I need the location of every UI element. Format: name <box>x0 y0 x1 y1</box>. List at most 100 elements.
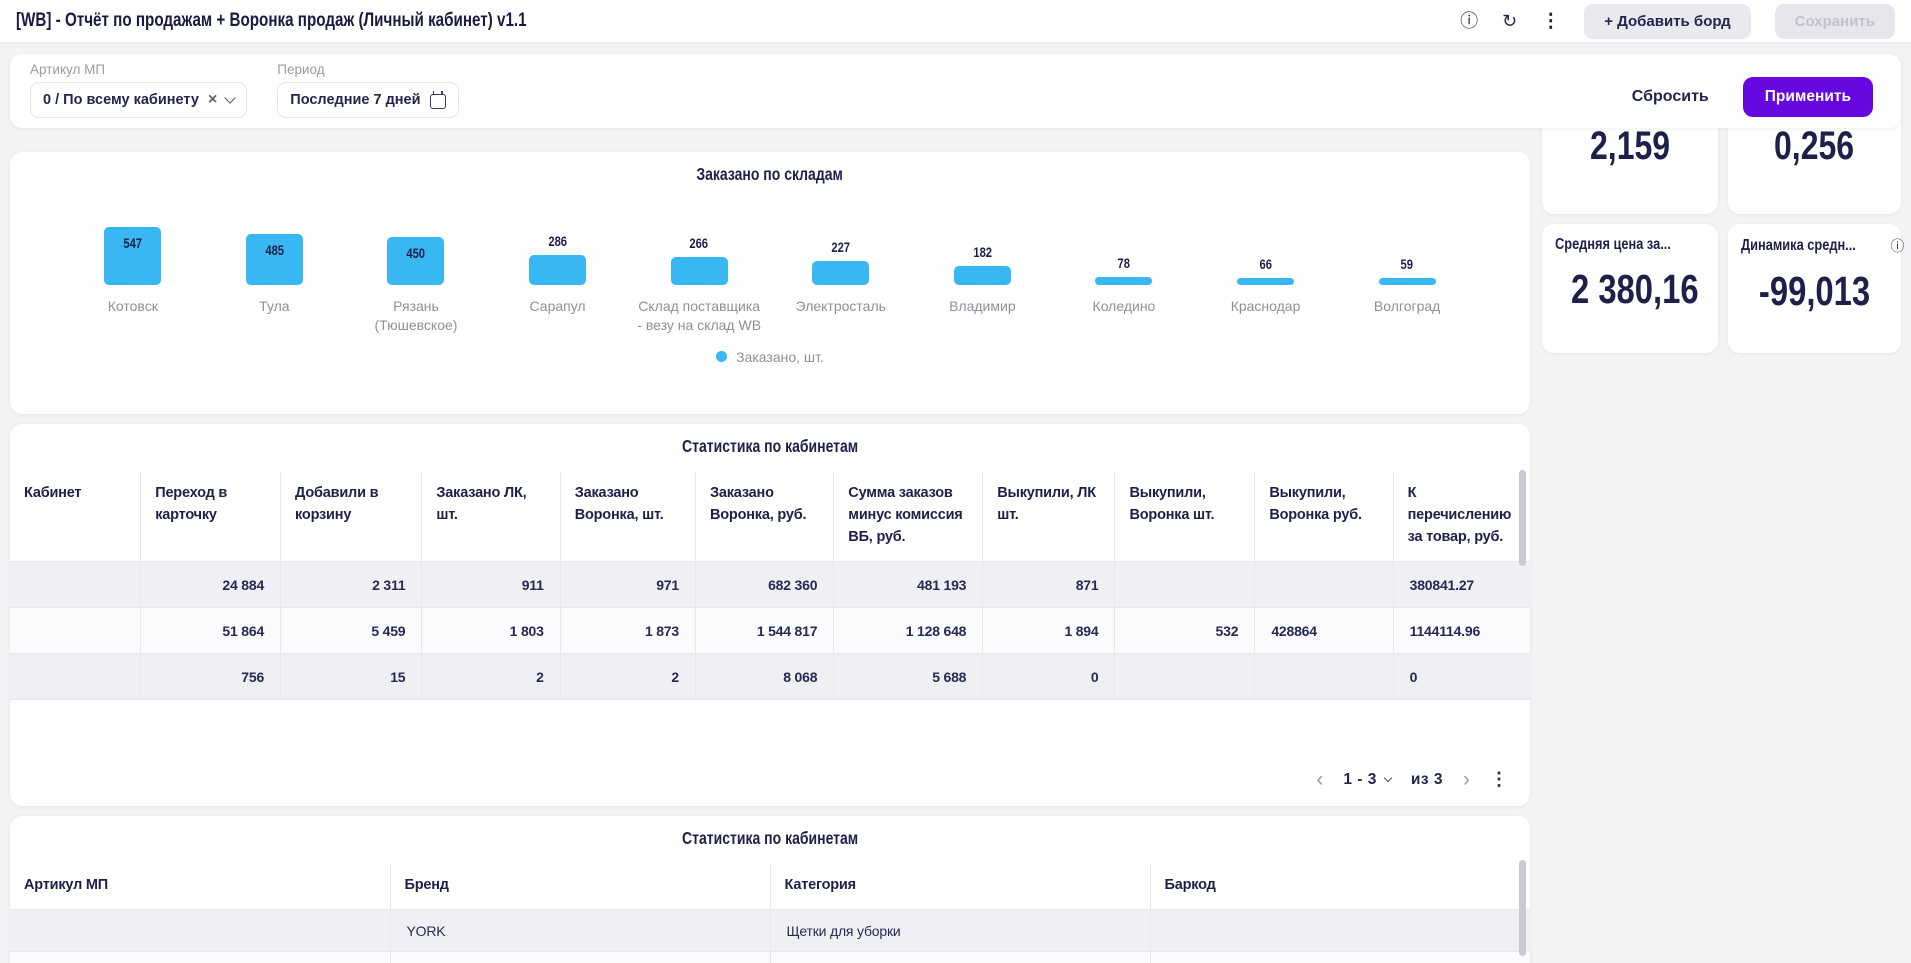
table-cell: 481 193 <box>833 561 984 608</box>
refresh-icon[interactable]: ↻ <box>1502 12 1517 30</box>
bar-value-label: 266 <box>689 235 709 251</box>
cabinets-stats-table: Кабинет Переход в карточку Добавили в корз… <box>10 471 1530 700</box>
bar-value-label: 182 <box>973 244 992 260</box>
table-cell: 911 <box>421 561 561 608</box>
page-range-value: 1 - 3 <box>1343 770 1377 788</box>
table-row: 51 864 5 459 1 803 1 873 1 544 817 1 128 648 1… <box>10 607 1530 654</box>
bar[interactable] <box>670 257 728 285</box>
table-cell <box>10 909 391 952</box>
prev-page-icon[interactable]: ‹ <box>1316 769 1323 790</box>
bar-category-label: Сарапул <box>529 298 586 314</box>
column-header: Выкупили, Воронка руб. <box>1254 471 1394 562</box>
table-cell: Щетки для уборки <box>770 909 1151 952</box>
table-cell: 1 544 817 <box>695 607 835 654</box>
clear-icon[interactable]: × <box>208 92 217 108</box>
period-select-value: Последние 7 дней <box>290 92 421 108</box>
table-cell: 0 <box>982 653 1116 700</box>
info-icon[interactable]: ⓘ <box>1891 236 1905 256</box>
articles-stats-table: Артикул МП Бренд Категория Баркод YORK Щетки … <box>10 863 1530 963</box>
column-header: Переход в карточку <box>140 471 282 562</box>
kebab-menu-icon[interactable]: ⋮ <box>1541 12 1560 31</box>
calendar-icon[interactable] <box>429 90 446 109</box>
table-cell: YORK <box>390 909 771 952</box>
articles-stats-table-card: Статистика по кабинетам Артикул МП Бренд К… <box>10 816 1530 963</box>
bar-chart-bars: 547 Котовск 485 Тула 450 Рязань (Тюшевское) 28… <box>10 189 1530 335</box>
page-total: из 3 <box>1410 770 1443 788</box>
kpi-value: 0,256 <box>1774 124 1855 168</box>
bar-group[interactable]: 59 Волгоград <box>1336 189 1478 335</box>
bar-value-label: 450 <box>406 245 426 261</box>
column-header: Категория <box>770 863 1151 910</box>
bar[interactable] <box>1095 277 1153 285</box>
column-header: Заказано ЛК, шт. <box>421 471 561 562</box>
bar-group[interactable]: 66 Краснодар <box>1195 189 1337 335</box>
table-menu-icon[interactable]: ⋮ <box>1490 769 1508 790</box>
reset-button[interactable]: Сбросить <box>1626 87 1715 107</box>
table-cell: ИТЛ/ТМЛ2А <box>1150 951 1530 963</box>
vertical-scrollbar[interactable] <box>1519 470 1526 566</box>
add-board-button[interactable]: + Добавить борд <box>1584 3 1751 39</box>
kpi-title: Динамика средн... <box>1741 237 1856 254</box>
chevron-down-icon[interactable] <box>224 92 236 104</box>
bar-group[interactable]: 227 Электросталь <box>770 189 912 335</box>
table-cell: 871 <box>982 561 1116 608</box>
table-cell: 682 360 <box>695 561 835 608</box>
table-cell: 756 <box>140 653 282 700</box>
bar-group[interactable]: 266 Склад поставщика - везу на склад WB <box>628 189 770 335</box>
column-header: Добавили в корзину <box>280 471 423 562</box>
apply-button[interactable]: Применить <box>1742 77 1873 117</box>
chevron-down-icon <box>1383 773 1393 783</box>
bar-group[interactable]: 450 Рязань (Тюшевское) <box>345 189 487 335</box>
bar[interactable] <box>953 266 1011 285</box>
table-cell <box>1254 561 1394 608</box>
bar[interactable] <box>1378 278 1436 285</box>
table-cell <box>10 653 142 700</box>
page-range-dropdown[interactable]: 1 - 3 <box>1343 770 1393 789</box>
bar-value-label: 547 <box>123 235 143 251</box>
info-icon[interactable]: ⓘ <box>1460 12 1478 30</box>
bar-group[interactable]: 182 Владимир <box>912 189 1054 335</box>
bar-value-label: 485 <box>265 242 284 258</box>
bar-group[interactable]: 78 Коледино <box>1053 189 1195 335</box>
save-button[interactable]: Сохранить <box>1774 3 1895 39</box>
dashboard-app: [WB] - Отчёт по продажам + Воронка прода… <box>0 0 1911 963</box>
table-cell <box>1114 561 1256 608</box>
legend-dot-icon <box>716 351 728 363</box>
table-cell: ИТМЛ2Н <box>10 951 391 963</box>
bar-category-label: Рязань (Тюшевское) <box>374 298 458 333</box>
bar[interactable] <box>812 261 870 285</box>
top-bar-actions: ⓘ ↻ ⋮ + Добавить борд Сохранить <box>1460 3 1895 39</box>
bar-group[interactable]: 286 Сарапул <box>487 189 629 335</box>
filter-bar: Артикул МП 0 / По всему кабинету × Перио… <box>10 54 1901 128</box>
next-page-icon[interactable]: › <box>1463 769 1470 790</box>
chart-legend[interactable]: Заказано, шт. <box>10 349 1530 365</box>
table-row: 756 15 2 2 8 068 5 688 0 0 <box>10 653 1530 700</box>
cabinets-stats-table-card: Статистика по кабинетам Кабинет Переход в… <box>10 424 1530 806</box>
bar-group[interactable]: 485 Тула <box>204 189 346 335</box>
table-cell: 1 873 <box>560 607 696 654</box>
column-header: К перечислению за товар, руб. <box>1393 471 1530 562</box>
table-cell: 971 <box>560 561 696 608</box>
table-cell: 8 068 <box>695 653 835 700</box>
vertical-scrollbar[interactable] <box>1519 860 1526 956</box>
bar-value-label: 66 <box>1259 256 1272 272</box>
bar[interactable] <box>529 255 587 285</box>
period-select[interactable]: Последние 7 дней <box>277 82 459 118</box>
article-select[interactable]: 0 / По всему кабинету × <box>30 82 248 118</box>
column-header: Бренд <box>390 863 771 910</box>
bar[interactable] <box>1237 278 1295 285</box>
top-bar: [WB] - Отчёт по продажам + Воронка прода… <box>0 0 1911 42</box>
table-header-row: Артикул МП Бренд Категория Баркод <box>10 863 1530 910</box>
bar-category-label: Коледино <box>1092 298 1156 314</box>
kpi-card-avg-dynamics: Динамика средн... ⓘ -99,013 <box>1728 224 1905 353</box>
bar-category-label: Котовск <box>107 298 158 314</box>
bar-group[interactable]: 547 Котовск <box>62 189 204 335</box>
table-cell: 2 <box>421 653 561 700</box>
column-header: Кабинет <box>10 471 142 562</box>
kpi-value: 2 380,16 <box>1570 266 1699 312</box>
table-cell: 5 459 <box>280 607 423 654</box>
column-header: Заказано Воронка, руб. <box>695 471 835 562</box>
table-cell <box>1114 653 1256 700</box>
column-header: Выкупили, Воронка шт. <box>1114 471 1256 562</box>
filter-period: Период Последние 7 дней <box>277 62 459 120</box>
